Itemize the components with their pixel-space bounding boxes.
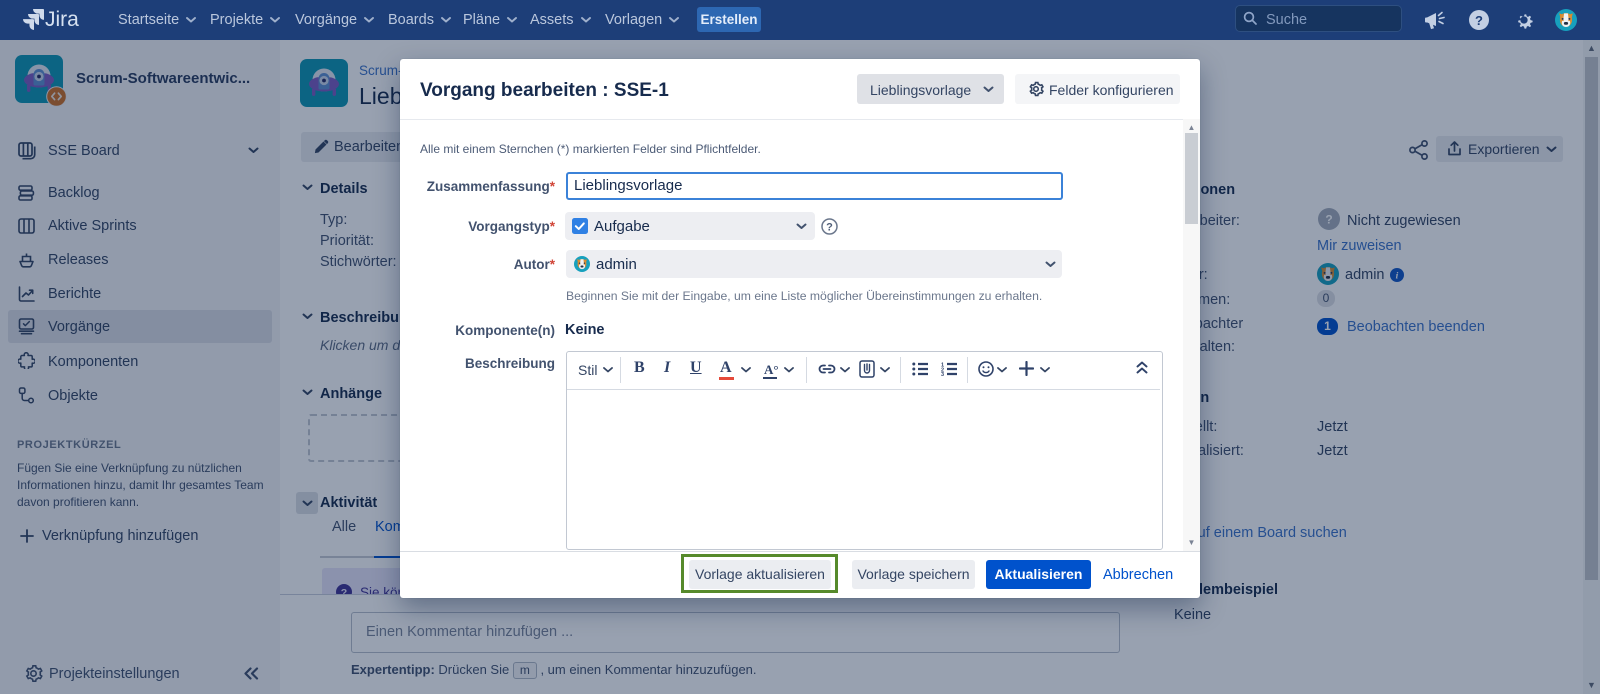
svg-text:?: ? — [826, 222, 833, 234]
svg-text:3: 3 — [941, 372, 944, 376]
svg-text:?: ? — [1475, 13, 1483, 28]
